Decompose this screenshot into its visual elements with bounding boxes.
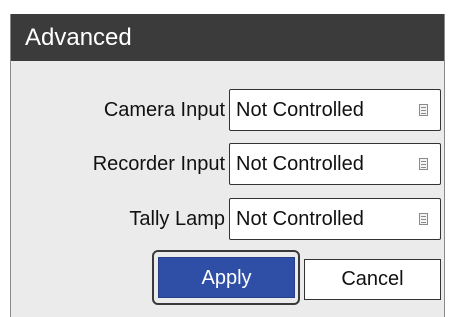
camera-input-select[interactable]: Not Controlled (229, 89, 441, 131)
recorder-input-value: Not Controlled (236, 153, 364, 175)
camera-input-label: Camera Input (103, 99, 225, 121)
advanced-dialog: Advanced Camera Input Not Controlled Rec… (10, 14, 445, 317)
recorder-input-row: Recorder Input Not Controlled (11, 143, 444, 185)
camera-input-row: Camera Input Not Controlled (11, 89, 444, 131)
list-icon (419, 104, 428, 116)
tally-lamp-select[interactable]: Not Controlled (229, 198, 441, 240)
recorder-input-label: Recorder Input (92, 153, 225, 175)
dialog-title: Advanced (11, 14, 444, 61)
list-icon (419, 213, 428, 225)
apply-button[interactable]: Apply (158, 257, 295, 298)
tally-lamp-label: Tally Lamp (129, 208, 225, 230)
camera-input-value: Not Controlled (236, 99, 364, 121)
cancel-button[interactable]: Cancel (304, 259, 441, 300)
list-icon (419, 158, 428, 170)
tally-lamp-row: Tally Lamp Not Controlled (11, 198, 444, 240)
recorder-input-select[interactable]: Not Controlled (229, 143, 441, 185)
apply-focus-ring: Apply (152, 250, 300, 305)
tally-lamp-value: Not Controlled (236, 208, 364, 230)
